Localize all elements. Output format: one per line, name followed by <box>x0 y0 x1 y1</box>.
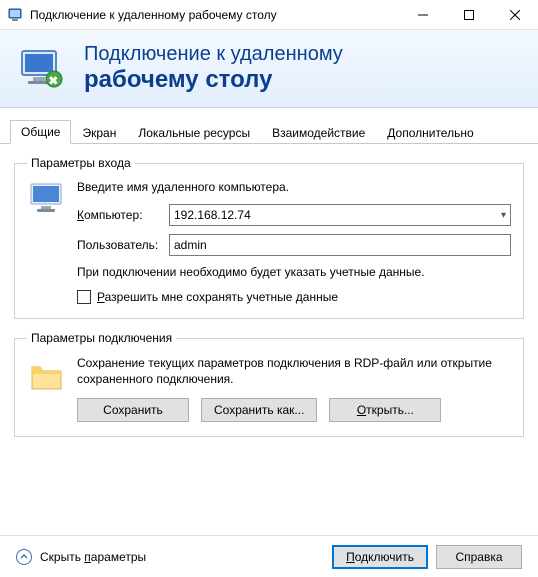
toggle-options-link[interactable]: Скрыть параметры <box>40 550 146 564</box>
tab-experience[interactable]: Взаимодействие <box>261 121 376 144</box>
open-button[interactable]: Открыть... <box>329 398 441 422</box>
folder-icon <box>27 355 69 421</box>
tab-strip: Общие Экран Локальные ресурсы Взаимодейс… <box>0 118 538 144</box>
connection-settings-legend: Параметры подключения <box>27 331 176 345</box>
header: Подключение к удаленному рабочему столу <box>0 30 538 108</box>
login-settings-legend: Параметры входа <box>27 156 135 170</box>
tab-display[interactable]: Экран <box>71 121 127 144</box>
chevron-down-icon: ▾ <box>495 210 506 221</box>
app-icon <box>8 7 24 23</box>
connection-settings-group: Параметры подключения Сохранение текущих… <box>14 331 524 436</box>
tab-general[interactable]: Общие <box>10 120 71 144</box>
tab-local-resources[interactable]: Локальные ресурсы <box>127 121 261 144</box>
login-instruction: Введите имя удаленного компьютера. <box>77 180 511 194</box>
save-credentials-row[interactable]: Разрешить мне сохранять учетные данные <box>77 290 511 304</box>
connect-button[interactable]: Подключить <box>332 545 428 569</box>
footer: Скрыть параметры Подключить Справка <box>0 535 538 577</box>
computer-value: 192.168.12.74 <box>174 208 251 222</box>
save-button[interactable]: Сохранить <box>77 398 189 422</box>
header-text: Подключение к удаленному рабочему столу <box>84 43 343 94</box>
window-title: Подключение к удаленному рабочему столу <box>30 8 400 22</box>
window-controls <box>400 0 538 30</box>
user-input[interactable] <box>169 234 511 256</box>
header-line2: рабочему столу <box>84 66 343 94</box>
connection-settings-desc: Сохранение текущих параметров подключени… <box>77 355 511 387</box>
save-credentials-checkbox[interactable] <box>77 290 91 304</box>
header-line1: Подключение к удаленному <box>84 43 343 66</box>
rdp-icon <box>18 45 66 93</box>
tab-advanced[interactable]: Дополнительно <box>376 121 484 144</box>
save-as-button[interactable]: Сохранить как... <box>201 398 317 422</box>
collapse-icon[interactable] <box>16 549 32 565</box>
monitor-icon <box>27 180 69 304</box>
help-button[interactable]: Справка <box>436 545 522 569</box>
close-button[interactable] <box>492 0 538 30</box>
minimize-button[interactable] <box>400 0 446 30</box>
user-label: Пользователь: <box>77 238 169 252</box>
credentials-note: При подключении необходимо будет указать… <box>77 264 511 280</box>
maximize-button[interactable] <box>446 0 492 30</box>
computer-combo[interactable]: 192.168.12.74 ▾ <box>169 204 511 226</box>
titlebar: Подключение к удаленному рабочему столу <box>0 0 538 30</box>
computer-label: Компьютер: <box>77 208 169 222</box>
tab-panel-general: Параметры входа Введите имя удаленного к… <box>0 144 538 455</box>
save-credentials-label: Разрешить мне сохранять учетные данные <box>97 290 338 304</box>
login-settings-group: Параметры входа Введите имя удаленного к… <box>14 156 524 319</box>
